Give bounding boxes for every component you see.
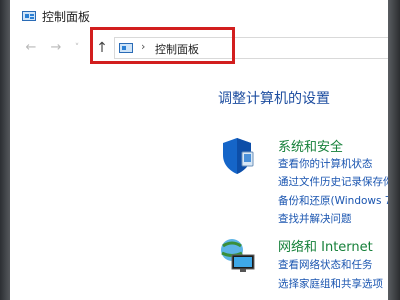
shield-icon[interactable] [220,136,254,176]
window-title: 控制面板 [42,10,91,24]
link-network-status[interactable]: 查看网络状态和任务 [278,257,373,272]
chevron-down-icon[interactable]: ˅ [70,38,84,58]
category-system-security-title[interactable]: 系统和安全 [278,136,343,155]
control-panel-window: 控制面板 ← → ˅ ↑ › 控制面板 调整计算机的设置 系统和安全 查看你的计… [10,0,388,300]
control-panel-icon [22,11,36,21]
desktop-edge-left [0,0,10,300]
back-arrow-icon[interactable]: ← [21,38,41,58]
desktop-edge-right [388,0,400,300]
network-icon[interactable] [220,236,256,274]
red-highlight-annotation [90,27,235,64]
page-heading: 调整计算机的设置 [218,91,330,107]
link-backup-restore[interactable]: 备份和还原(Windows 7 [278,193,388,208]
link-troubleshoot[interactable]: 查找并解决问题 [278,211,352,226]
category-network-internet-title[interactable]: 网络和 Internet [278,236,373,255]
link-view-computer-status[interactable]: 查看你的计算机状态 [278,156,373,171]
forward-arrow-icon[interactable]: → [46,38,66,58]
link-homegroup-sharing[interactable]: 选择家庭组和共享选项 [278,276,383,291]
link-file-history[interactable]: 通过文件历史记录保存你 [278,174,388,189]
